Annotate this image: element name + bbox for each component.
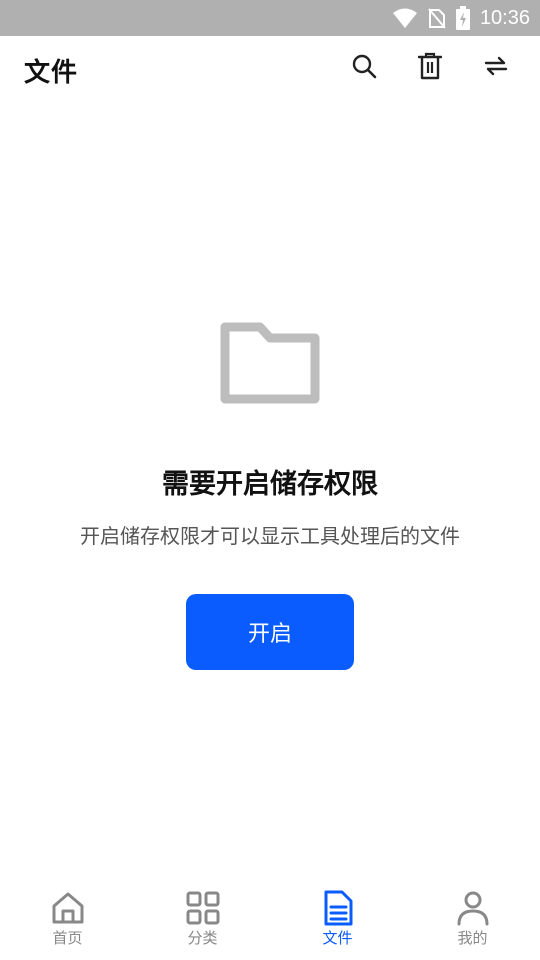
home-icon	[50, 890, 86, 926]
empty-state-title: 需要开启储存权限	[162, 469, 378, 500]
empty-state-description: 开启储存权限才可以显示工具处理后的文件	[80, 524, 460, 548]
search-icon	[351, 53, 377, 83]
user-icon	[455, 890, 491, 926]
swap-arrows-icon	[484, 56, 508, 80]
status-time: 10:36	[479, 6, 530, 29]
page-title: 文件	[24, 58, 79, 88]
status-icons: 10:36	[392, 0, 530, 36]
sort-button[interactable]	[478, 50, 514, 86]
nav-item-files[interactable]: 文件	[270, 880, 405, 960]
nav-label-profile: 我的	[457, 929, 488, 947]
delete-button[interactable]	[412, 50, 448, 86]
bottom-nav: 首页 分类 文件 我的	[0, 880, 540, 960]
nav-label-category: 分类	[187, 929, 218, 947]
no-sim-icon	[428, 7, 446, 29]
app-bar: 文件	[0, 36, 540, 100]
nav-item-profile[interactable]: 我的	[405, 880, 540, 960]
search-button[interactable]	[346, 50, 382, 86]
nav-item-home[interactable]: 首页	[0, 880, 135, 960]
folder-icon	[220, 322, 320, 404]
trash-icon	[417, 52, 443, 84]
battery-charging-icon	[455, 6, 470, 30]
document-icon	[320, 890, 356, 926]
nav-label-home: 首页	[52, 929, 83, 947]
nav-item-category[interactable]: 分类	[135, 880, 270, 960]
status-bar: 10:36	[0, 0, 540, 36]
enable-permission-button[interactable]: 开启	[186, 594, 354, 670]
nav-label-files: 文件	[322, 929, 353, 947]
wifi-icon	[392, 7, 418, 29]
grid-icon	[185, 890, 221, 926]
